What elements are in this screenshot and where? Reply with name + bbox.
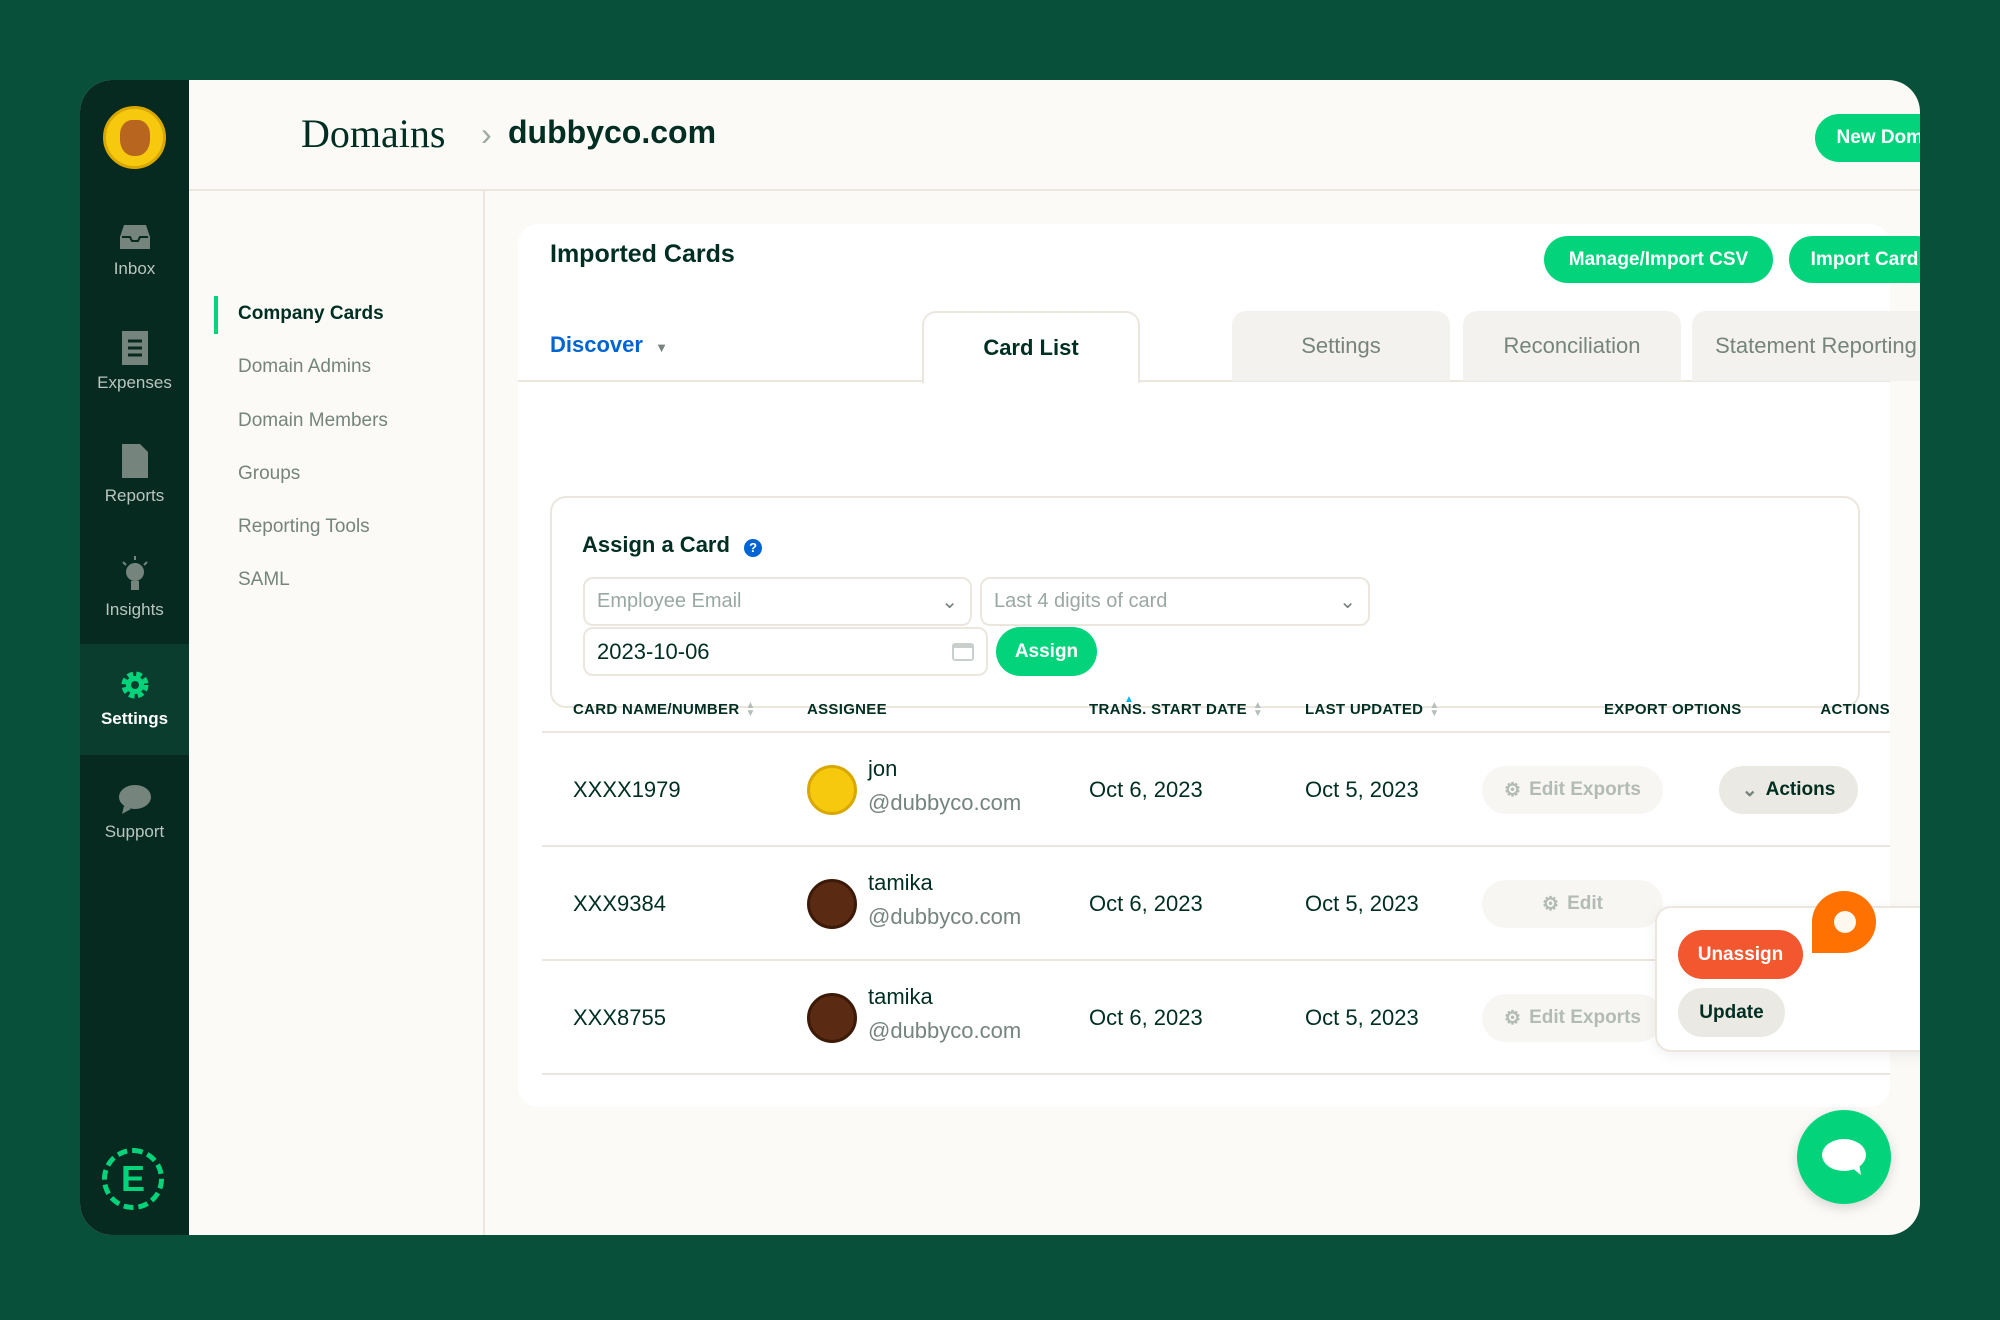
assignee-name: jon bbox=[868, 756, 898, 781]
tab-card-list[interactable]: Card List bbox=[922, 311, 1140, 383]
assignee-name: tamika bbox=[868, 984, 933, 1009]
nav-support[interactable]: Support bbox=[80, 784, 189, 842]
chevron-down-icon: ⌄ bbox=[1741, 779, 1758, 801]
sidebar-item-groups[interactable]: Groups bbox=[238, 463, 300, 485]
table-row: XXXX1979 jon @dubbyco.com Oct 6, 2023 Oc… bbox=[542, 733, 1890, 847]
assignee-email: @dubbyco.com bbox=[868, 1018, 1022, 1043]
nav-reports[interactable]: Reports bbox=[80, 444, 189, 506]
calendar-icon[interactable] bbox=[952, 642, 974, 661]
nav-insights[interactable]: Insights bbox=[80, 556, 189, 620]
tab-settings[interactable]: Settings bbox=[1232, 311, 1450, 381]
nav-inbox[interactable]: Inbox bbox=[80, 223, 189, 279]
edit-exports-button[interactable]: ⚙ Edit Exports bbox=[1482, 994, 1663, 1042]
chevron-down-icon: ⌄ bbox=[941, 591, 958, 613]
assignee-avatar bbox=[807, 765, 857, 815]
sort-icon: ▲ ▼ bbox=[745, 700, 756, 720]
employee-email-select[interactable]: Employee Email ⌄ bbox=[583, 577, 972, 626]
help-icon[interactable]: ? bbox=[744, 539, 763, 557]
date-input[interactable]: 2023-10-06 bbox=[583, 627, 988, 676]
inbox-icon bbox=[119, 225, 150, 249]
assign-card-box: Assign a Card ? Employee Email ⌄ Last 4 d… bbox=[550, 496, 1860, 708]
actions-button[interactable]: ⌄Actions bbox=[1719, 766, 1858, 814]
tab-reconciliation[interactable]: Reconciliation bbox=[1463, 311, 1681, 381]
chat-bubble-icon bbox=[1822, 1139, 1866, 1175]
caret-down-icon: ▼ bbox=[655, 340, 668, 355]
settings-sidebar: Company Cards Domain Admins Domain Membe… bbox=[189, 191, 485, 1235]
trans-start-date: Oct 6, 2023 bbox=[1089, 891, 1203, 916]
expensify-logo[interactable]: E bbox=[102, 1148, 164, 1210]
sidebar-item-company-cards[interactable]: Company Cards bbox=[238, 303, 384, 325]
page-title[interactable]: Domains bbox=[301, 110, 445, 157]
chat-launcher-button[interactable] bbox=[1797, 1110, 1891, 1204]
card-number: XXX8755 bbox=[573, 1005, 666, 1030]
gear-icon: ⚙ bbox=[1504, 1007, 1522, 1029]
update-button[interactable]: Update bbox=[1678, 988, 1785, 1037]
sidebar-item-reporting-tools[interactable]: Reporting Tools bbox=[238, 516, 370, 538]
last-four-digits-select[interactable]: Last 4 digits of card ⌄ bbox=[980, 577, 1370, 626]
last-updated: Oct 5, 2023 bbox=[1305, 777, 1419, 802]
card-number: XXXX1979 bbox=[573, 777, 681, 802]
gear-icon: ⚙ bbox=[1504, 779, 1522, 801]
workspace-avatar[interactable] bbox=[103, 106, 166, 169]
assign-title: Assign a Card ? bbox=[582, 532, 763, 558]
manage-import-csv-button[interactable]: Manage/Import CSV bbox=[1544, 236, 1773, 283]
card-number: XXX9384 bbox=[573, 891, 666, 916]
assignee-avatar bbox=[807, 993, 857, 1043]
panel-title: Imported Cards bbox=[550, 240, 735, 268]
chat-icon bbox=[118, 785, 151, 814]
column-header-start-date[interactable]: TRANS. START DATE ▲ ▼ bbox=[1089, 700, 1264, 720]
lightbulb-icon bbox=[121, 556, 148, 590]
column-header-actions: ACTIONS bbox=[1820, 701, 1890, 718]
document-icon bbox=[121, 444, 148, 478]
column-header-export-options: EXPORT OPTIONS bbox=[1604, 701, 1742, 718]
last-updated: Oct 5, 2023 bbox=[1305, 891, 1419, 916]
assignee-avatar bbox=[807, 879, 857, 929]
chevron-down-icon: ⌄ bbox=[1339, 591, 1356, 613]
trans-start-date: Oct 6, 2023 bbox=[1089, 777, 1203, 802]
cursor-marker-icon bbox=[1812, 891, 1876, 953]
column-header-last-updated[interactable]: LAST UPDATED ▲ ▼ bbox=[1305, 700, 1440, 720]
edit-exports-button[interactable]: ⚙ Edit bbox=[1482, 880, 1663, 928]
active-indicator bbox=[214, 296, 218, 334]
nav-expenses[interactable]: Expenses bbox=[80, 331, 189, 393]
sidebar-item-domain-admins[interactable]: Domain Admins bbox=[238, 356, 371, 378]
gear-icon: ⚙ bbox=[1542, 893, 1560, 915]
column-header-assignee[interactable]: ASSIGNEE bbox=[807, 701, 887, 718]
breadcrumb-domain: dubbyco.com bbox=[508, 114, 717, 150]
unassign-button[interactable]: Unassign bbox=[1678, 930, 1803, 979]
chevron-right-icon: › bbox=[481, 116, 492, 152]
left-nav: Inbox Expenses Reports Insights Settings… bbox=[80, 80, 189, 1235]
import-card-button[interactable]: Import Card bbox=[1789, 236, 1920, 283]
edit-exports-button[interactable]: ⚙ Edit Exports bbox=[1482, 766, 1663, 814]
sort-icon: ▲ ▼ bbox=[1252, 700, 1264, 720]
page-header: Domains › dubbyco.com New Domain bbox=[189, 80, 1920, 191]
sidebar-item-saml[interactable]: SAML bbox=[238, 569, 290, 591]
new-domain-button[interactable]: New Domain bbox=[1815, 114, 1920, 162]
assignee-email: @dubbyco.com bbox=[868, 790, 1022, 815]
assignee-email: @dubbyco.com bbox=[868, 904, 1022, 929]
sidebar-item-domain-members[interactable]: Domain Members bbox=[238, 410, 388, 432]
trans-start-date: Oct 6, 2023 bbox=[1089, 1005, 1203, 1030]
imported-cards-panel: Imported Cards Manage/Import CSV Import … bbox=[518, 224, 1920, 1107]
tab-divider bbox=[518, 380, 1890, 382]
nav-settings[interactable]: Settings bbox=[80, 644, 189, 755]
sort-icon: ▲ ▼ bbox=[1429, 700, 1440, 720]
receipt-icon bbox=[121, 331, 148, 365]
bank-dropdown[interactable]: Discover ▼ bbox=[550, 332, 668, 358]
column-header-card[interactable]: CARD NAME/NUMBER ▲ ▼ bbox=[573, 700, 756, 720]
app-window: Inbox Expenses Reports Insights Settings… bbox=[80, 80, 1920, 1235]
last-updated: Oct 5, 2023 bbox=[1305, 1005, 1419, 1030]
assignee-name: tamika bbox=[868, 870, 933, 895]
actions-menu: Unassign Update bbox=[1655, 906, 1920, 1052]
gear-icon bbox=[121, 671, 148, 699]
assign-button[interactable]: Assign bbox=[996, 627, 1097, 676]
tab-statement-reporting[interactable]: Statement Reporting bbox=[1692, 311, 1920, 381]
